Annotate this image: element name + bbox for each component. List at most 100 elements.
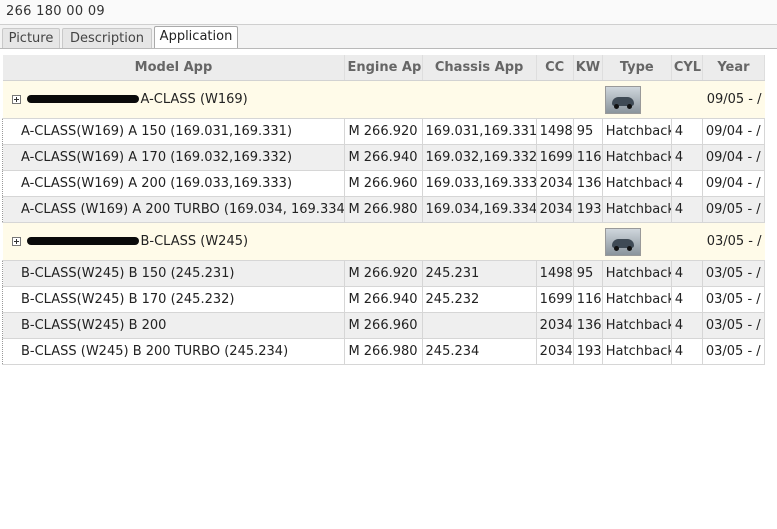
group-year: 09/05 - / xyxy=(671,80,765,119)
expand-icon[interactable] xyxy=(11,237,21,246)
cell-kw: 95 xyxy=(573,260,603,287)
cell-model: B-CLASS(W245) B 150 (245.231) xyxy=(1,260,346,287)
column-header-engine-app[interactable]: Engine App xyxy=(344,55,423,81)
column-header-type[interactable]: Type xyxy=(602,55,672,81)
table-header-row: Model App Engine App Chassis App CC KW T… xyxy=(2,55,766,81)
part-number: 266 180 00 09 xyxy=(6,4,106,19)
cell-cyl: 4 xyxy=(671,196,703,223)
cell-model: A-CLASS(W169) A 200 (169.033,169.333) xyxy=(1,170,346,197)
cell-chassis: 169.031,169.331 xyxy=(422,118,537,145)
cell-chassis: 169.033,169.333 xyxy=(422,170,537,197)
tab-picture[interactable]: Picture xyxy=(2,28,60,48)
cell-engine: M 266.940 xyxy=(344,286,423,313)
column-header-cc[interactable]: CC xyxy=(536,55,574,81)
cell-cyl: 4 xyxy=(671,170,703,197)
group-row[interactable]: A-CLASS (W169) 09/05 - / xyxy=(2,80,765,119)
cell-type: Hatchback xyxy=(602,196,672,223)
group-title-cell: A-CLASS (W169) xyxy=(2,80,603,119)
cell-type: Hatchback xyxy=(602,286,672,313)
group-photo-cell xyxy=(602,222,672,261)
table-row[interactable]: A-CLASS(W169) A 200 (169.033,169.333) M 2… xyxy=(1,170,766,197)
column-header-chassis-app[interactable]: Chassis App xyxy=(422,55,537,81)
cell-engine: M 266.920 xyxy=(344,260,423,287)
cell-year: 03/05 - / xyxy=(702,338,766,365)
cell-kw: 95 xyxy=(573,118,603,145)
cell-cc: 1699 xyxy=(536,286,574,313)
cell-kw: 116 xyxy=(573,144,603,171)
cell-chassis: 245.232 xyxy=(422,286,537,313)
expand-icon[interactable] xyxy=(11,95,21,104)
table-row[interactable]: A-CLASS (W169) A 200 TURBO (169.034, 169… xyxy=(1,196,766,223)
group-row[interactable]: B-CLASS (W245) 03/05 - / xyxy=(2,222,765,261)
cell-type: Hatchback xyxy=(602,312,672,339)
cell-model: A-CLASS(W169) A 170 (169.032,169.332) xyxy=(1,144,346,171)
cell-cyl: 4 xyxy=(671,260,703,287)
group-year: 03/05 - / xyxy=(671,222,765,261)
cell-chassis: 245.231 xyxy=(422,260,537,287)
cell-kw: 116 xyxy=(573,286,603,313)
cell-cc: 2034 xyxy=(536,170,574,197)
cell-model: B-CLASS(W245) B 200 xyxy=(1,312,346,339)
cell-year: 09/04 - / xyxy=(702,118,766,145)
column-header-cyl[interactable]: CYL xyxy=(671,55,703,81)
column-header-model-app[interactable]: Model App xyxy=(2,55,346,81)
cell-year: 09/04 - / xyxy=(702,144,766,171)
cell-chassis: 169.034,169.334 xyxy=(422,196,537,223)
cell-type: Hatchback xyxy=(602,338,672,365)
part-number-bar: 266 180 00 09 xyxy=(0,0,777,25)
group-photo-cell xyxy=(602,80,672,119)
column-header-kw[interactable]: KW xyxy=(573,55,603,81)
cell-kw: 136 xyxy=(573,170,603,197)
cell-cc: 2034 xyxy=(536,338,574,365)
application-table: Model App Engine App Chassis App CC KW T… xyxy=(1,55,766,365)
cell-model: A-CLASS(W169) A 150 (169.031,169.331) xyxy=(1,118,346,145)
cell-engine: M 266.960 xyxy=(344,170,423,197)
cell-cc: 2034 xyxy=(536,196,574,223)
cell-chassis: 245.234 xyxy=(422,338,537,365)
cell-chassis xyxy=(422,312,537,339)
cell-year: 03/05 - / xyxy=(702,260,766,287)
cell-cyl: 4 xyxy=(671,286,703,313)
cell-cc: 1498 xyxy=(536,260,574,287)
cell-model: B-CLASS(W245) B 170 (245.232) xyxy=(1,286,346,313)
group-title: B-CLASS (W245) xyxy=(140,234,249,249)
car-photo-icon[interactable] xyxy=(605,227,642,256)
table-row[interactable]: A-CLASS(W169) A 170 (169.032,169.332) M 2… xyxy=(1,144,766,171)
table-row[interactable]: B-CLASS(W245) B 150 (245.231) M 266.920 24… xyxy=(1,260,766,287)
cell-year: 09/04 - / xyxy=(702,170,766,197)
table-row[interactable]: B-CLASS(W245) B 200 M 266.960 2034 136 Hatch… xyxy=(1,312,766,339)
cell-cyl: 4 xyxy=(671,144,703,171)
group-title: A-CLASS (W169) xyxy=(140,92,248,107)
cell-kw: 193 xyxy=(573,338,603,365)
tab-description[interactable]: Description xyxy=(62,28,152,48)
redacted-brand-mark xyxy=(26,94,139,103)
cell-type: Hatchback xyxy=(602,170,672,197)
table-row[interactable]: B-CLASS(W245) B 170 (245.232) M 266.940 24… xyxy=(1,286,766,313)
cell-cyl: 4 xyxy=(671,118,703,145)
cell-model: B-CLASS (W245) B 200 TURBO (245.234) xyxy=(1,338,346,365)
cell-year: 03/05 - / xyxy=(702,312,766,339)
cell-engine: M 266.960 xyxy=(344,312,423,339)
cell-cyl: 4 xyxy=(671,338,703,365)
cell-type: Hatchback xyxy=(602,144,672,171)
cell-kw: 136 xyxy=(573,312,603,339)
cell-year: 09/05 - / xyxy=(702,196,766,223)
tab-application[interactable]: Application xyxy=(154,26,238,48)
cell-year: 03/05 - / xyxy=(702,286,766,313)
cell-cyl: 4 xyxy=(671,312,703,339)
cell-kw: 193 xyxy=(573,196,603,223)
table-row[interactable]: A-CLASS(W169) A 150 (169.031,169.331) M 2… xyxy=(1,118,766,145)
cell-type: Hatchback xyxy=(602,118,672,145)
table-row[interactable]: B-CLASS (W245) B 200 TURBO (245.234) M 26… xyxy=(1,338,766,365)
cell-model: A-CLASS (W169) A 200 TURBO (169.034, 169… xyxy=(1,196,346,223)
cell-engine: M 266.980 xyxy=(344,338,423,365)
column-header-year[interactable]: Year xyxy=(702,55,766,81)
cell-cc: 1498 xyxy=(536,118,574,145)
tab-bar: Picture Description Application xyxy=(0,25,777,49)
cell-cc: 2034 xyxy=(536,312,574,339)
car-photo-icon[interactable] xyxy=(605,85,642,114)
cell-cc: 1699 xyxy=(536,144,574,171)
cell-type: Hatchback xyxy=(602,260,672,287)
group-title-cell: B-CLASS (W245) xyxy=(2,222,603,261)
cell-chassis: 169.032,169.332 xyxy=(422,144,537,171)
